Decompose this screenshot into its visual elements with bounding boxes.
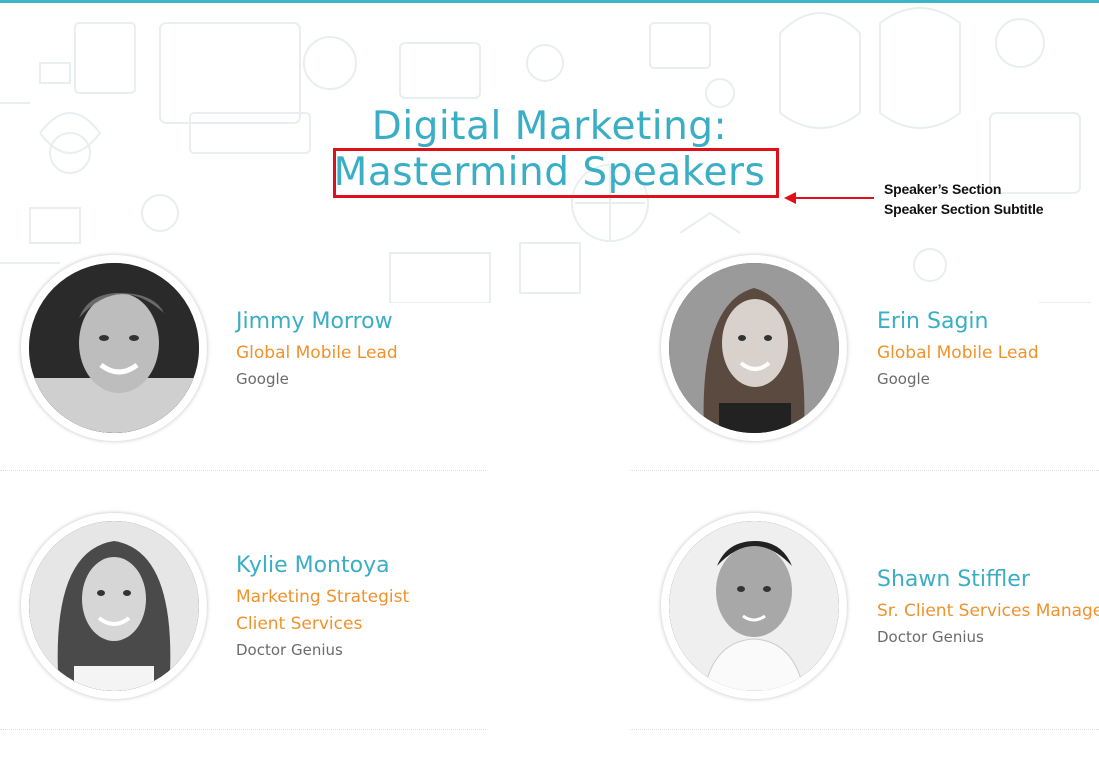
row-divider	[0, 729, 486, 730]
annotation-label-subtitle: Speaker Section Subtitle	[884, 201, 1044, 217]
speaker-name: Erin Sagin	[877, 309, 989, 334]
speaker-role: Global Mobile Lead	[236, 343, 398, 363]
speaker-company: Google	[877, 370, 930, 388]
speaker-company: Google	[236, 370, 289, 388]
female-portrait-icon	[669, 263, 839, 433]
speaker-role: Global Mobile Lead	[877, 343, 1039, 363]
speaker-avatar	[21, 513, 207, 699]
row-divider	[0, 470, 486, 471]
annotation-label-section: Speaker’s Section	[884, 181, 1002, 197]
row-divider	[630, 729, 1099, 730]
male-portrait-icon	[29, 263, 199, 433]
row-divider	[630, 470, 1099, 471]
male-portrait-icon	[669, 521, 839, 691]
section-title-line1: Digital Marketing:	[371, 104, 728, 149]
speaker-name: Shawn Stiffler	[877, 567, 1030, 592]
speaker-avatar	[661, 255, 847, 441]
speaker-role: Marketing Strategist	[236, 587, 410, 607]
speaker-avatar	[661, 513, 847, 699]
speaker-company: Doctor Genius	[877, 628, 984, 646]
speaker-role: Sr. Client Services Manager	[877, 601, 1099, 621]
speaker-name: Jimmy Morrow	[236, 309, 393, 334]
female-portrait-icon	[29, 521, 199, 691]
speaker-name: Kylie Montoya	[236, 553, 390, 578]
annotation-highlight-box	[333, 148, 779, 198]
speaker-avatar	[21, 255, 207, 441]
annotation-arrow-icon	[784, 192, 874, 204]
speaker-role: Client Services	[236, 614, 363, 634]
speaker-company: Doctor Genius	[236, 641, 343, 659]
